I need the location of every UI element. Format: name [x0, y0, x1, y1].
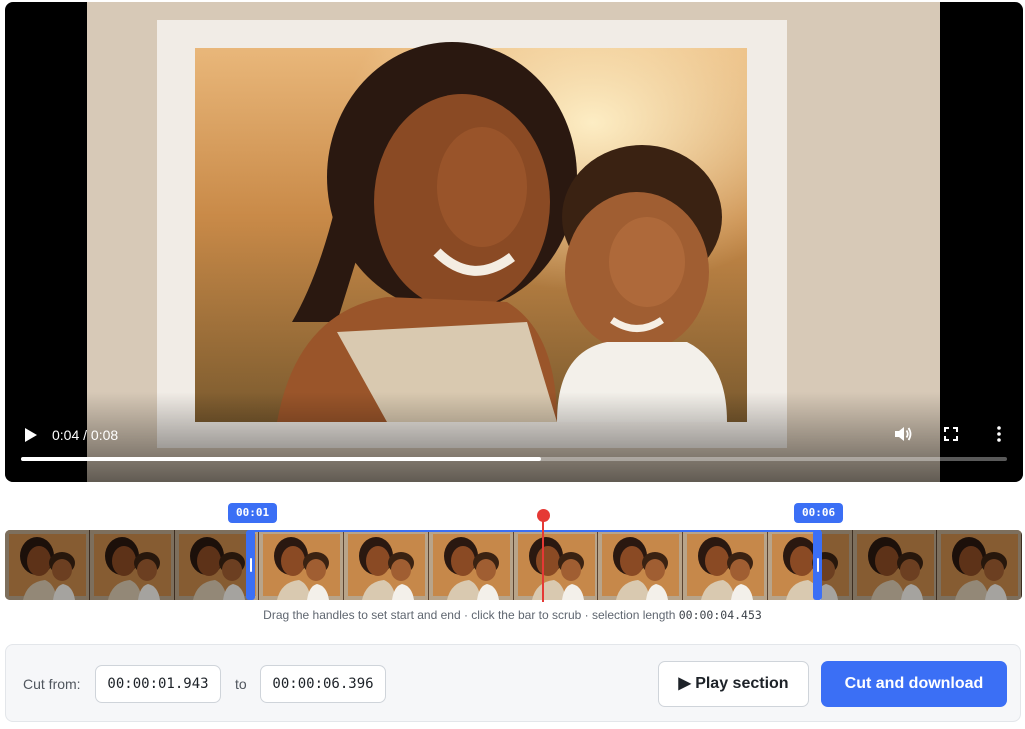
- time-display: 0:04 / 0:08: [52, 427, 119, 443]
- selection-length: 00:00:04.453: [678, 608, 762, 622]
- trim-hint-text: Drag the handles to set start and end · …: [263, 608, 679, 622]
- cut-to-label: to: [235, 676, 247, 692]
- trim-hint: Drag the handles to set start and end · …: [0, 608, 1025, 622]
- cut-and-download-button[interactable]: Cut and download: [821, 661, 1007, 707]
- start-handle[interactable]: [246, 530, 255, 600]
- video-progress-bar[interactable]: [21, 457, 1007, 461]
- cut-panel: Cut from: 00:00:01.943 to 00:00:06.396 ▶…: [5, 644, 1021, 722]
- start-time-tag: 00:01: [228, 503, 278, 523]
- timeline-thumbnail: [852, 530, 938, 600]
- play-icon[interactable]: [19, 424, 41, 446]
- cut-end-field[interactable]: 00:00:06.396: [260, 665, 386, 703]
- playhead-line: [542, 516, 544, 602]
- cut-from-label: Cut from:: [23, 676, 81, 692]
- trim-timeline[interactable]: [5, 530, 1022, 600]
- volume-icon[interactable]: [892, 423, 914, 445]
- cut-start-field[interactable]: 00:00:01.943: [95, 665, 221, 703]
- selection-range: [250, 530, 821, 600]
- timeline-thumbnail: [5, 530, 90, 600]
- end-handle[interactable]: [813, 530, 822, 600]
- video-player[interactable]: 0:04 / 0:08: [5, 2, 1023, 482]
- play-section-button[interactable]: ▶ Play section: [658, 661, 809, 707]
- fullscreen-icon[interactable]: [940, 423, 962, 445]
- timeline-thumbnail: [937, 530, 1022, 600]
- video-progress-fill: [21, 457, 541, 461]
- more-vert-icon[interactable]: [988, 423, 1010, 445]
- end-time-tag: 00:06: [794, 503, 844, 523]
- playhead-knob[interactable]: [537, 509, 550, 522]
- controls-overlay: [5, 392, 1023, 482]
- timeline-thumbnail: [89, 530, 175, 600]
